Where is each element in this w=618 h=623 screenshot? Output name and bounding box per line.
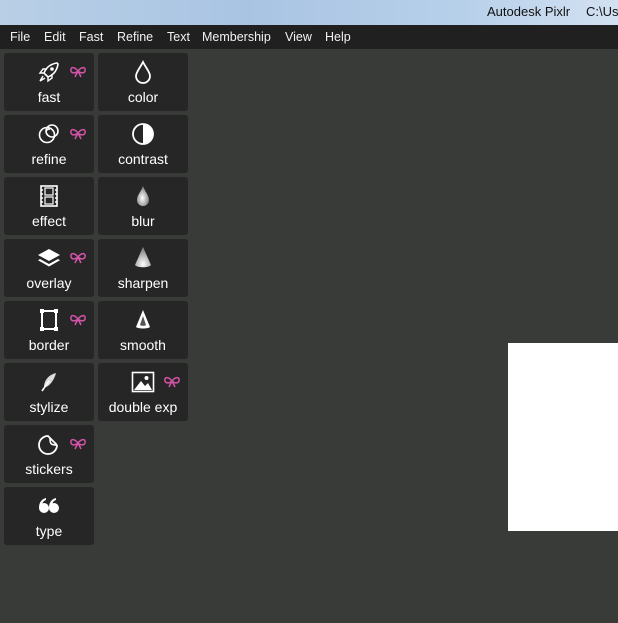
menu-help[interactable]: Help — [325, 30, 351, 44]
image-canvas[interactable] — [508, 343, 618, 531]
tool-label: type — [35, 523, 63, 539]
tool-double-exp[interactable]: double exp — [98, 363, 188, 421]
tool-label: refine — [31, 151, 67, 167]
menu-view[interactable]: View — [285, 30, 312, 44]
tool-label: blur — [131, 213, 155, 229]
tool-label: smooth — [120, 337, 166, 353]
premium-bow-icon — [70, 314, 86, 326]
tool-effect[interactable]: effect — [4, 177, 94, 235]
premium-bow-icon — [70, 438, 86, 450]
tool-type[interactable]: type — [4, 487, 94, 545]
tool-fast[interactable]: fast — [4, 53, 94, 111]
tool-label: contrast — [118, 151, 168, 167]
drop-outline-icon — [135, 60, 151, 84]
sticker-icon — [38, 435, 58, 455]
tool-label: stylize — [29, 399, 69, 415]
tool-label: sharpen — [117, 275, 169, 291]
window-titlebar: Autodesk Pixlr C:\Us — [0, 0, 618, 25]
tool-label: border — [28, 337, 70, 353]
image-icon — [131, 371, 155, 393]
sharpen-cone-icon — [135, 247, 151, 268]
tool-blur[interactable]: blur — [98, 177, 188, 235]
menu-edit[interactable]: Edit — [44, 30, 66, 44]
quote-icon — [39, 498, 59, 513]
menu-refine[interactable]: Refine — [117, 30, 153, 44]
tool-smooth[interactable]: smooth — [98, 301, 188, 359]
frame-icon — [40, 309, 58, 331]
menu-membership[interactable]: Membership — [202, 30, 271, 44]
tool-label: double exp — [108, 399, 178, 415]
menu-fast[interactable]: Fast — [79, 30, 103, 44]
film-strip-icon — [40, 185, 58, 207]
rocket-icon — [38, 62, 59, 83]
layers-icon — [38, 249, 60, 267]
tool-sharpen[interactable]: sharpen — [98, 239, 188, 297]
menubar: File Edit Fast Refine Text Membership Vi… — [0, 25, 618, 49]
feather-icon — [41, 373, 56, 392]
tool-stylize[interactable]: stylize — [4, 363, 94, 421]
menu-file[interactable]: File — [10, 30, 30, 44]
tool-stickers[interactable]: stickers — [4, 425, 94, 483]
tool-label: color — [127, 89, 159, 105]
contrast-icon — [132, 123, 154, 145]
smooth-cone-icon — [136, 310, 150, 329]
tool-label: fast — [37, 89, 61, 105]
tool-label: stickers — [25, 461, 73, 477]
window-path: C:\Us — [586, 4, 618, 19]
tool-overlay[interactable]: overlay — [4, 239, 94, 297]
tool-color[interactable]: color — [98, 53, 188, 111]
tool-border[interactable]: border — [4, 301, 94, 359]
tool-refine[interactable]: refine — [4, 115, 94, 173]
tool-label: overlay — [26, 275, 72, 291]
premium-bow-icon — [70, 252, 86, 264]
refine-circles-icon — [38, 124, 59, 144]
premium-bow-icon — [164, 376, 180, 388]
tool-contrast[interactable]: contrast — [98, 115, 188, 173]
premium-bow-icon — [70, 128, 86, 140]
blur-drop-icon — [137, 186, 149, 206]
menu-text[interactable]: Text — [167, 30, 190, 44]
app-title: Autodesk Pixlr — [487, 4, 571, 19]
premium-bow-icon — [70, 66, 86, 78]
tool-label: effect — [32, 213, 66, 229]
